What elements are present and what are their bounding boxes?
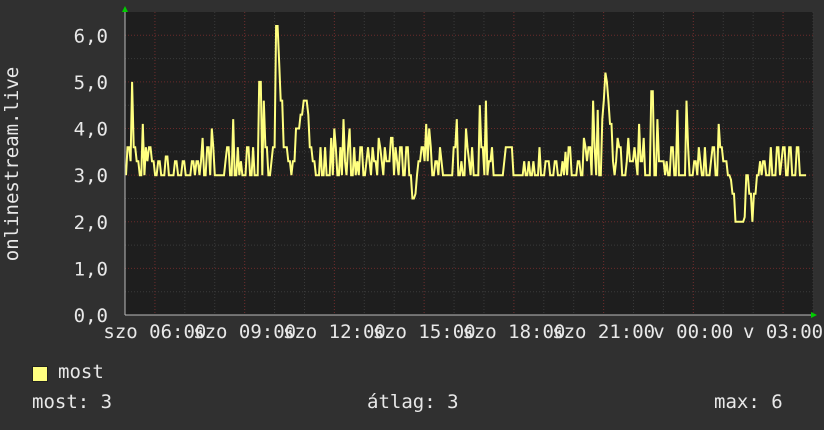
y-axis-label: onlinestream.live — [1, 67, 23, 261]
y-tick-label: 4,0 — [74, 119, 108, 141]
y-tick-labels: 0,01,02,03,04,05,06,0 — [74, 25, 108, 327]
stat-now: most: 3 — [32, 391, 113, 413]
y-tick-label: 6,0 — [74, 25, 108, 47]
y-tick-label: 3,0 — [74, 165, 108, 187]
legend-label-most: most — [58, 361, 104, 383]
x-tick-label: szo 06:00 — [103, 321, 206, 343]
x-tick-label: szo 21:00 — [552, 321, 655, 343]
x-tick-label: szo 18:00 — [462, 321, 565, 343]
x-tick-label: v 03:00 — [743, 321, 823, 343]
x-tick-label: szo 12:00 — [283, 321, 386, 343]
legend-swatch-most — [32, 366, 48, 382]
x-tick-label: v 00:00 — [653, 321, 733, 343]
stat-average: átlag: 3 — [367, 391, 459, 413]
y-axis-arrow-icon — [122, 6, 128, 12]
rrd-graph: 0,0 1,0 2,0 3,0 4,0 5,0 6,0 szo 06:00 szo 09:00… — [0, 0, 824, 430]
stat-max: max: 6 — [714, 391, 783, 413]
x-tick-labels: szo 06:00szo 09:00szo 12:00szo 15:00szo … — [103, 321, 823, 343]
y-tick-label: 2,0 — [74, 212, 108, 234]
chart-canvas: 0,01,02,03,04,05,06,0 szo 06:00szo 09:00… — [1, 6, 823, 343]
y-tick-label: 5,0 — [74, 72, 108, 94]
x-tick-label: szo 09:00 — [193, 321, 296, 343]
y-tick-label: 1,0 — [74, 258, 108, 280]
x-axis-arrow-icon — [811, 312, 817, 318]
x-tick-label: szo 15:00 — [373, 321, 476, 343]
